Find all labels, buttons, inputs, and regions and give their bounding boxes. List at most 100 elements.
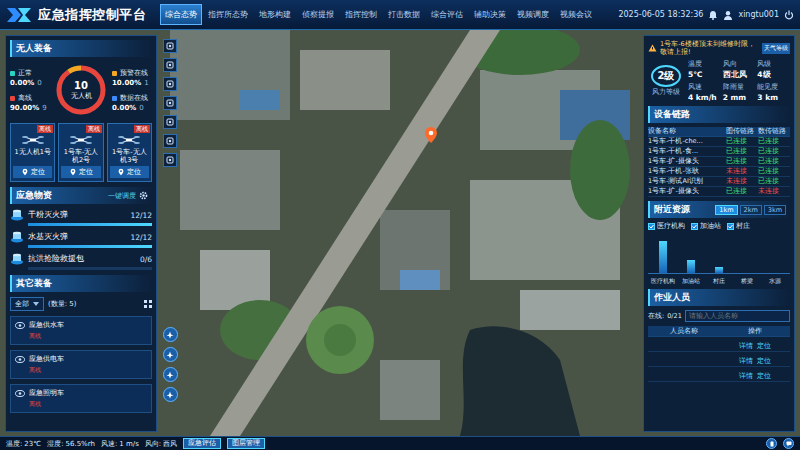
weather-block: 2级风力等级温度5℃风向西北风风级4级风速4 km/h降雨量2 mm能见度3 k… (648, 60, 790, 102)
equipment-name: 应急供水车 (29, 320, 64, 330)
nav-tab[interactable]: 综合评估 (426, 4, 468, 25)
trash-button[interactable] (163, 153, 177, 167)
locate-button[interactable]: 定位 (61, 166, 100, 178)
resource-chart (648, 235, 790, 274)
bell-icon[interactable] (708, 10, 718, 20)
nav-tab[interactable]: 侦察提报 (297, 4, 339, 25)
status-button[interactable]: 图层管理 (227, 438, 265, 449)
filter-option[interactable]: 医疗机构 (648, 222, 685, 231)
signal-button[interactable] (163, 367, 178, 382)
action-link[interactable]: 详情 (739, 372, 753, 381)
metric-label: 能见度 (757, 83, 790, 92)
map-toolbar (162, 35, 178, 432)
dispatch-button[interactable]: 一键调度 (108, 191, 136, 201)
flag-button[interactable] (163, 115, 177, 129)
supply-row: 水基灭火弹12/12 (10, 231, 152, 243)
equipment-name: 应急供电车 (29, 354, 64, 364)
nav-tab[interactable]: 综合态势 (160, 4, 202, 25)
equipment-name: 应急照明车 (29, 388, 64, 398)
staff-search[interactable] (685, 310, 790, 322)
user-name[interactable]: xingtu001 (738, 10, 779, 19)
section-title: 设备链路 (654, 108, 690, 121)
drone-name: 1号车-无人机2号 (61, 148, 100, 164)
drone-card[interactable]: 离线1号车-无人机3号定位 (107, 123, 152, 182)
nav-tabs: 综合态势指挥所态势地形构建侦察提报指挥控制打击数据综合评估辅助决策视频调度视频会… (160, 4, 612, 25)
status-button[interactable]: 应急评估 (183, 438, 221, 449)
nav-tab[interactable]: 打击数据 (383, 4, 425, 25)
phone-button[interactable] (766, 438, 777, 449)
drone-stats: 正常0.00%0离线90.00%910无人机预警在线10.00%1数据在线0.0… (10, 62, 152, 118)
category-select[interactable]: 全部 (10, 297, 44, 311)
metric-value: 2 mm (723, 93, 756, 102)
bar-area (734, 235, 760, 273)
stat-count: 0 (139, 104, 143, 112)
plane-button[interactable] (163, 327, 178, 342)
action-link[interactable]: 定位 (757, 372, 771, 381)
range-option[interactable]: 1km (715, 205, 737, 215)
car-button[interactable] (163, 347, 178, 362)
gear-icon[interactable] (139, 191, 148, 200)
action-link[interactable]: 定位 (757, 342, 771, 351)
stat-label-row: 数据在线 (112, 93, 152, 103)
drone-stat: 离线90.00%9 (10, 93, 50, 112)
grid-icon[interactable] (144, 300, 152, 308)
drone-card[interactable]: 离线1无人机1号定位 (10, 123, 55, 182)
progress-track (28, 223, 152, 226)
home-icon (166, 99, 174, 107)
locate-button[interactable]: 定位 (13, 166, 52, 178)
device-name: 1号车-干机-张耿 (648, 167, 726, 176)
pin-icon (117, 167, 125, 177)
column-header: 操作 (719, 327, 790, 336)
stat-value-row: 0.00%0 (10, 79, 50, 87)
layers-button[interactable] (163, 58, 177, 72)
weather-metric: 风速4 km/h (688, 83, 721, 102)
filter-label: 加油站 (700, 222, 721, 231)
chart-category: 水源 (762, 278, 788, 285)
progress-fill (28, 223, 152, 226)
action-link[interactable]: 详情 (739, 342, 753, 351)
action-link[interactable]: 详情 (739, 357, 753, 366)
range-option[interactable]: 3km (764, 205, 786, 215)
target-button[interactable] (163, 134, 177, 148)
checkbox[interactable] (648, 223, 655, 230)
bar-area (706, 235, 732, 273)
filter-option[interactable]: 村庄 (727, 222, 750, 231)
supply-row: 干粉灭火弹12/12 (10, 209, 152, 221)
power-icon[interactable] (784, 10, 794, 20)
home-button[interactable] (163, 96, 177, 110)
checkbox[interactable] (691, 223, 698, 230)
nav-tab[interactable]: 视频会议 (555, 4, 597, 25)
equipment-item[interactable]: 应急供水车离线 (10, 316, 152, 345)
ruler-button[interactable] (163, 77, 177, 91)
nav-tab[interactable]: 视频调度 (512, 4, 554, 25)
equipment-status: 离线 (29, 366, 147, 375)
nav-tab[interactable]: 指挥控制 (340, 4, 382, 25)
metric-value: 西北风 (723, 70, 756, 80)
row-actions: 详情定位 (719, 372, 790, 381)
locate-button[interactable]: 定位 (110, 166, 149, 178)
overlay: 无人装备正常0.00%0离线90.00%910无人机预警在线10.00%1数据在… (0, 30, 800, 436)
filter-option[interactable]: 加油站 (691, 222, 721, 231)
action-link[interactable]: 定位 (757, 357, 771, 366)
range-option[interactable]: 2km (740, 205, 762, 215)
status-badge: 离线 (86, 125, 102, 133)
equipment-item[interactable]: 应急供电车离线 (10, 350, 152, 379)
equipment-item[interactable]: 应急照明车离线 (10, 384, 152, 413)
chart-bar (743, 273, 751, 274)
compass-button[interactable] (163, 387, 178, 402)
status-dot (10, 71, 15, 76)
drone-card[interactable]: 离线 1号车-无人机2号定位 (58, 123, 103, 182)
map-marker[interactable] (424, 126, 438, 144)
nav-tab[interactable]: 辅助决策 (469, 4, 511, 25)
chat-button[interactable] (783, 438, 794, 449)
drone-name: 1号车-无人机3号 (110, 148, 149, 164)
nav-tab[interactable]: 地形构建 (254, 4, 296, 25)
status-label: 温度: (6, 440, 22, 448)
video-link-status: 已连接 (726, 137, 758, 146)
supply-item: 水基灭火弹12/12 (10, 231, 152, 248)
checkbox[interactable] (727, 223, 734, 230)
stat-label-row: 离线 (10, 93, 50, 103)
nav-tab[interactable]: 指挥所态势 (203, 4, 253, 25)
search-button[interactable] (163, 39, 177, 53)
device-name: 1号车-干机-食... (648, 147, 726, 156)
